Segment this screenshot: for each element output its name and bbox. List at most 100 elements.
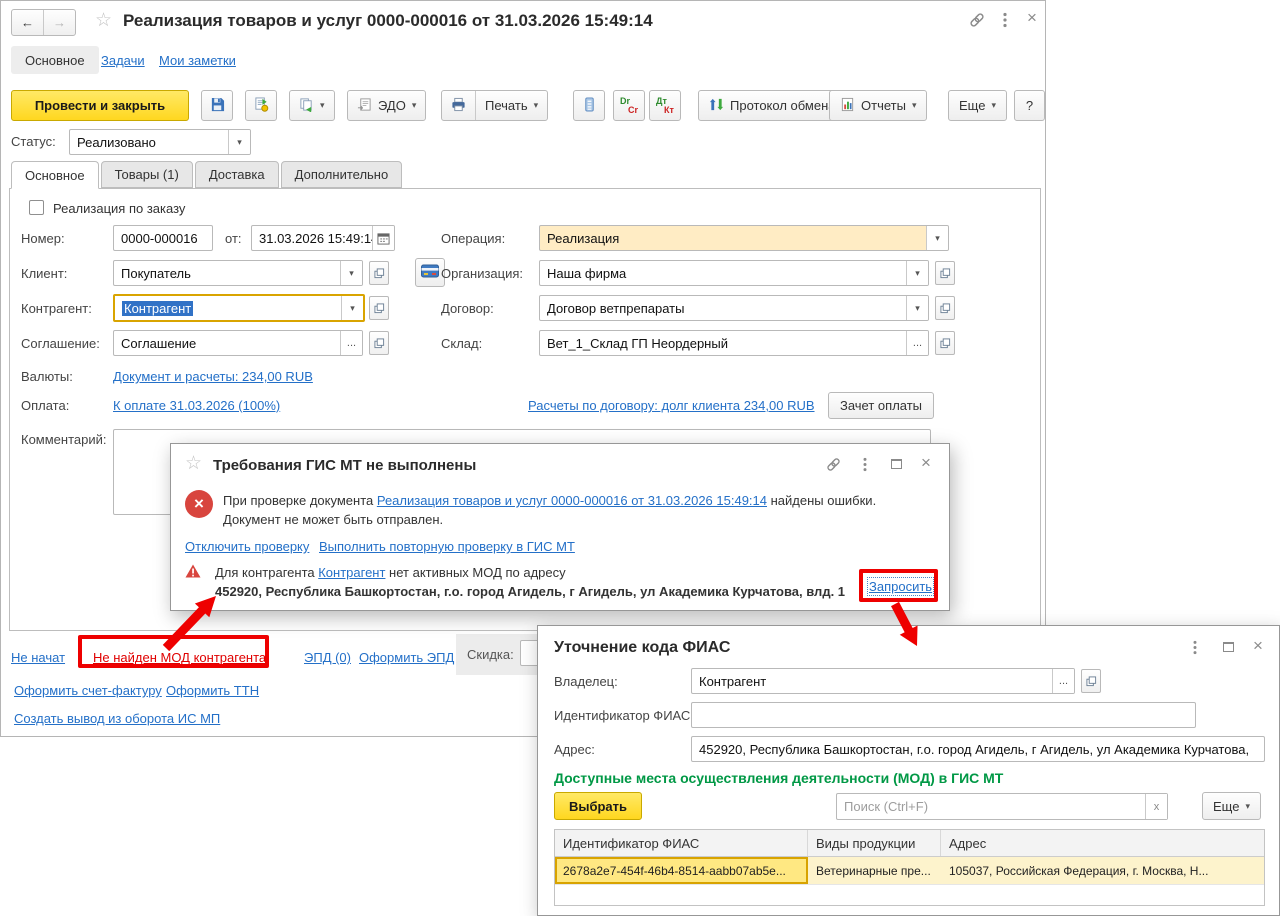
close-window-icon[interactable]: ×	[1027, 9, 1037, 26]
more-actions-button[interactable]: Еще ▾	[948, 90, 1007, 121]
error-document-link[interactable]: Реализация товаров и услуг 0000-000016 о…	[377, 493, 767, 508]
edi-status-link[interactable]: Не начат	[11, 650, 65, 665]
comment-label: Комментарий:	[21, 432, 107, 447]
org-dropdown-icon[interactable]: ▾	[906, 261, 928, 285]
payment-offset-button[interactable]: Зачет оплаты	[828, 392, 934, 419]
nav-tab-tasks[interactable]: Задачи	[101, 53, 145, 68]
warning-text-part2: нет активных МОД по адресу	[385, 565, 566, 580]
fias-close-icon[interactable]: ×	[1253, 637, 1263, 654]
request-mod-link[interactable]: Запросить	[866, 577, 935, 596]
client-open-button[interactable]	[369, 261, 389, 285]
cell-products[interactable]: Ветеринарные пре...	[808, 857, 941, 884]
header-fias-id[interactable]: Идентификатор ФИАС	[555, 830, 808, 856]
fias-maximize-icon[interactable]	[1223, 642, 1234, 652]
back-button[interactable]: ←	[12, 10, 43, 35]
mod-search-input[interactable]	[837, 794, 1145, 819]
epd-link[interactable]: ЭПД (0)	[304, 650, 351, 665]
agreement-open-button[interactable]	[369, 331, 389, 355]
agreement-ellipsis-button[interactable]: ...	[340, 331, 362, 355]
create-ttn-link[interactable]: Оформить ТТН	[166, 683, 259, 698]
create-invoice-link[interactable]: Оформить счет-фактуру	[14, 683, 162, 698]
dialog-favorite-star-icon[interactable]: ☆	[185, 452, 202, 475]
dialog-link-icon[interactable]	[826, 457, 841, 475]
copy-menu-button[interactable]: ▾	[289, 90, 335, 121]
agreement-field[interactable]: Соглашение ...	[113, 330, 363, 356]
status-dropdown-icon[interactable]: ▾	[228, 130, 250, 154]
mod-table-row[interactable]: 2678a2e7-454f-46b4-8514-aabb07ab5e... Ве…	[555, 857, 1264, 885]
operation-select[interactable]: Реализация ▾	[539, 225, 949, 251]
contract-dropdown-icon[interactable]: ▾	[906, 296, 928, 320]
fias-kebab-icon[interactable]	[1193, 640, 1197, 658]
mod-not-found-link[interactable]: Не найден МОД контрагента	[93, 650, 266, 665]
header-address[interactable]: Адрес	[941, 830, 1264, 856]
settlements-link[interactable]: Расчеты по договору: долг клиента 234,00…	[528, 398, 815, 413]
counterparty-select[interactable]: Контрагент ▾	[113, 294, 365, 322]
doc-tab-additional[interactable]: Дополнительно	[280, 161, 403, 188]
print-button[interactable]	[442, 91, 475, 120]
error-text-part1: При проверке документа	[223, 493, 377, 508]
doc-tab-goods[interactable]: Товары (1)	[100, 161, 193, 188]
warehouse-open-button[interactable]	[935, 331, 955, 355]
address-field[interactable]: 452920, Республика Башкортостан, г.о. го…	[691, 736, 1265, 762]
dialog-kebab-icon[interactable]	[863, 457, 867, 475]
clear-search-button[interactable]: x	[1145, 794, 1167, 819]
exchange-protocol-button[interactable]: Протокол обмена	[698, 90, 847, 121]
owner-value: Контрагент	[699, 673, 767, 689]
dialog-close-icon[interactable]: ×	[921, 454, 931, 471]
owner-ellipsis-button[interactable]: ...	[1052, 669, 1074, 693]
help-button[interactable]: ?	[1014, 90, 1045, 121]
kebab-menu-icon[interactable]	[1003, 12, 1007, 31]
cell-fias-id[interactable]: 2678a2e7-454f-46b4-8514-aabb07ab5e...	[555, 857, 808, 884]
client-select[interactable]: Покупатель ▾	[113, 260, 363, 286]
create-withdrawal-link[interactable]: Создать вывод из оборота ИС МП	[14, 711, 220, 726]
fias-id-field[interactable]	[691, 702, 1196, 728]
post-document-button[interactable]	[245, 90, 277, 121]
calendar-button[interactable]	[372, 226, 394, 250]
contract-open-button[interactable]	[935, 296, 955, 320]
nav-tab-notes[interactable]: Мои заметки	[159, 53, 236, 68]
warning-counterparty-link[interactable]: Контрагент	[318, 565, 385, 580]
org-select[interactable]: Наша фирма ▾	[539, 260, 929, 286]
owner-field[interactable]: Контрагент ...	[691, 668, 1075, 694]
get-link-icon[interactable]	[969, 12, 985, 31]
mod-more-button[interactable]: Еще ▾	[1202, 792, 1261, 820]
disable-check-link[interactable]: Отключить проверку	[185, 539, 309, 554]
cell-address[interactable]: 105037, Российская Федерация, г. Москва,…	[941, 857, 1264, 884]
client-dropdown-icon[interactable]: ▾	[340, 261, 362, 285]
owner-open-button[interactable]	[1081, 669, 1101, 693]
recheck-link[interactable]: Выполнить повторную проверку в ГИС МТ	[319, 539, 575, 554]
forward-button[interactable]: →	[44, 10, 75, 35]
doc-tab-delivery[interactable]: Доставка	[194, 161, 279, 188]
order-checkbox[interactable]	[29, 200, 44, 215]
history-nav-group: ← →	[11, 9, 76, 36]
org-open-button[interactable]	[935, 261, 955, 285]
payment-label: Оплата:	[21, 398, 70, 413]
drcr-postings-button[interactable]: Dr Cr	[613, 90, 645, 121]
contract-select[interactable]: Договор ветпрепараты ▾	[539, 295, 929, 321]
edo-label: ЭДО	[378, 98, 406, 113]
warehouse-ellipsis-button[interactable]: ...	[906, 331, 928, 355]
dialog-maximize-icon[interactable]	[891, 459, 902, 469]
post-and-close-button[interactable]: Провести и закрыть	[11, 90, 189, 121]
operation-dropdown-icon[interactable]: ▾	[926, 226, 948, 250]
payment-link[interactable]: К оплате 31.03.2026 (100%)	[113, 398, 280, 413]
counterparty-open-button[interactable]	[369, 296, 389, 320]
nav-tab-main[interactable]: Основное	[11, 46, 99, 74]
favorite-star-icon[interactable]: ☆	[95, 9, 112, 32]
number-field[interactable]: 0000-000016	[113, 225, 213, 251]
currency-link[interactable]: Документ и расчеты: 234,00 RUB	[113, 369, 313, 384]
date-field[interactable]: 31.03.2026 15:49:14	[251, 225, 395, 251]
doc-tab-general[interactable]: Основное	[11, 161, 99, 189]
warehouse-field[interactable]: Вет_1_Склад ГП Неордерный ...	[539, 330, 929, 356]
dtkt-postings-button[interactable]: Дт Кт	[649, 90, 681, 121]
save-button[interactable]	[201, 90, 233, 121]
select-mod-button[interactable]: Выбрать	[554, 792, 642, 820]
reports-button[interactable]: Отчеты ▾	[829, 90, 928, 121]
edo-menu-button[interactable]: ЭДО ▾	[347, 90, 427, 121]
header-products[interactable]: Виды продукции	[808, 830, 941, 856]
epd-create-link[interactable]: Оформить ЭПД	[359, 650, 454, 665]
counterparty-dropdown-icon[interactable]: ▾	[341, 296, 363, 320]
print-menu-button[interactable]: Печать ▾	[476, 91, 547, 120]
registers-list-button[interactable]	[573, 90, 605, 121]
status-select[interactable]: Реализовано ▾	[69, 129, 251, 155]
